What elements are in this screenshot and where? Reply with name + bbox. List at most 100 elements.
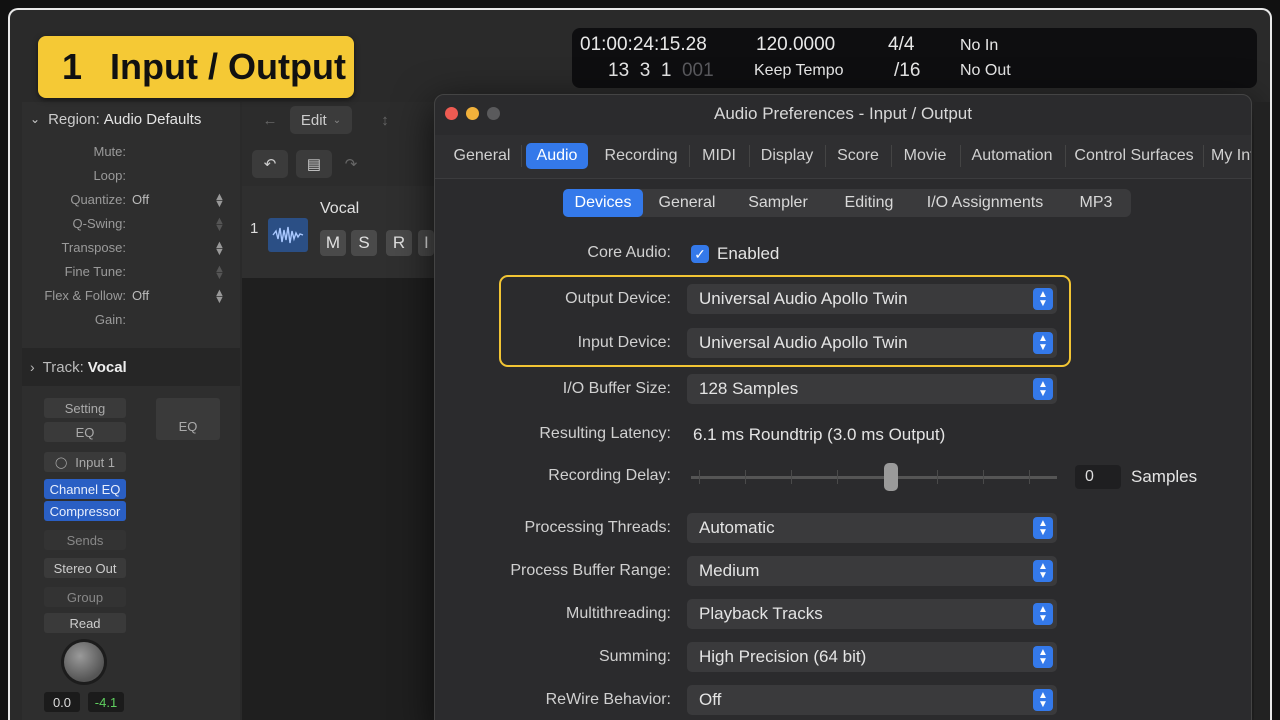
transpose-stepper-icon[interactable]: ▲ ▼ <box>214 240 225 258</box>
rewire-select[interactable]: Off ▲ ▼ <box>687 685 1057 715</box>
midi-out: No Out <box>960 62 1011 79</box>
library-icon[interactable]: ▤ <box>296 150 332 178</box>
tab-recording[interactable]: Recording <box>597 143 685 169</box>
output-device-select[interactable]: Universal Audio Apollo Twin ▲ ▼ <box>687 284 1057 314</box>
tab-divider <box>521 145 522 167</box>
minimize-window-icon[interactable] <box>466 107 479 120</box>
bar-position: 13 3 1 001 <box>608 60 714 81</box>
audio-preferences-window: Audio Preferences - Input / Output Gener… <box>434 94 1252 720</box>
flex-value[interactable]: Off <box>132 288 149 303</box>
recording-delay-slider-thumb[interactable] <box>884 463 898 491</box>
slider-tick <box>837 470 838 484</box>
group-button[interactable]: Group <box>44 587 126 607</box>
link-icon: ◯ <box>54 456 68 469</box>
finetune-stepper-icon[interactable]: ▲ ▼ <box>214 264 225 282</box>
subtab-devices[interactable]: Devices <box>563 189 643 217</box>
region-name: Audio Defaults <box>103 110 202 128</box>
zoom-window-icon[interactable] <box>487 107 500 120</box>
buffer-range-value: Medium <box>699 561 760 580</box>
record-enable-button[interactable]: R <box>386 230 412 256</box>
undo-icon[interactable]: ↶ <box>252 150 288 178</box>
buffer-size-select[interactable]: 128 Samples ▲ ▼ <box>687 374 1057 404</box>
slider-tick <box>791 470 792 484</box>
mute-button[interactable]: M <box>320 230 346 256</box>
back-arrow-icon[interactable]: ← <box>252 106 288 134</box>
eq-thumbnail[interactable]: EQ <box>156 398 220 440</box>
slider-tick <box>699 470 700 484</box>
core-audio-value: Enabled <box>717 244 780 263</box>
qswing-stepper-icon[interactable]: ▲ ▼ <box>214 216 225 234</box>
quantize-stepper-icon[interactable]: ▲ ▼ <box>214 192 225 210</box>
updown-chevron-icon: ▲ ▼ <box>1033 517 1053 539</box>
close-window-icon[interactable] <box>445 107 458 120</box>
slider-tick <box>983 470 984 484</box>
tempo-mode: Keep Tempo <box>754 62 844 79</box>
track-name-label[interactable]: Vocal <box>320 200 359 218</box>
solo-button[interactable]: S <box>351 230 377 256</box>
subtab-io-assignments[interactable]: I/O Assignments <box>915 189 1055 217</box>
audio-subtabs: Devices General Sampler Editing I/O Assi… <box>563 189 1131 217</box>
rewire-value: Off <box>699 690 722 709</box>
tracks-area: ← Edit ⌄ ↕ ↶ ▤ ↷ 1 Vocal M S R I <box>242 102 442 720</box>
slider-tick <box>745 470 746 484</box>
chevron-right-icon: › <box>30 359 35 375</box>
pointer-tool-icon[interactable]: ↕ <box>370 106 400 134</box>
subtab-mp3[interactable]: MP3 <box>1061 189 1131 217</box>
region-header[interactable]: ⌄ Region: Audio Defaults <box>22 102 240 136</box>
latency-value: 6.1 ms Roundtrip (3.0 ms Output) <box>693 425 946 444</box>
summing-select[interactable]: High Precision (64 bit) ▲ ▼ <box>687 642 1057 672</box>
input-monitor-button[interactable]: I <box>418 230 434 256</box>
subtab-editing[interactable]: Editing <box>829 189 909 217</box>
quantize-value[interactable]: Off <box>132 192 149 207</box>
tab-control-surfaces[interactable]: Control Surfaces <box>1069 143 1199 169</box>
core-audio-checkbox[interactable]: ✓ <box>691 245 709 263</box>
input-device-select[interactable]: Universal Audio Apollo Twin ▲ ▼ <box>687 328 1057 358</box>
tab-score[interactable]: Score <box>829 143 887 169</box>
time-signature: 4/4 <box>888 34 915 55</box>
summing-label: Summing: <box>598 648 671 665</box>
pan-knob[interactable] <box>64 642 104 682</box>
edit-menu[interactable]: Edit ⌄ <box>290 106 352 134</box>
waveform-icon <box>268 218 308 252</box>
multithreading-select[interactable]: Playback Tracks ▲ ▼ <box>687 599 1057 629</box>
track-header[interactable]: › Track: Vocal <box>22 348 240 386</box>
tab-my-info[interactable]: My Info <box>1205 143 1251 169</box>
plugin-compressor[interactable]: Compressor <box>44 501 126 521</box>
tab-audio[interactable]: Audio <box>526 143 588 169</box>
tab-movie[interactable]: Movie <box>895 143 955 169</box>
volume-value[interactable]: -4.1 <box>88 692 124 712</box>
tab-divider <box>689 145 690 167</box>
flex-stepper-icon[interactable]: ▲ ▼ <box>214 288 225 306</box>
subtab-sampler[interactable]: Sampler <box>733 189 823 217</box>
tab-divider <box>960 145 961 167</box>
input-label: Input 1 <box>75 454 116 470</box>
region-label: Region: <box>48 110 100 128</box>
chevron-down-icon: ⌄ <box>30 112 41 126</box>
sends-slot[interactable]: Sends <box>44 530 126 550</box>
input-device-value: Universal Audio Apollo Twin <box>699 333 908 352</box>
updown-chevron-icon: ▲ ▼ <box>1033 378 1053 400</box>
recording-delay-input[interactable]: 0 <box>1075 465 1121 489</box>
updown-chevron-icon: ▲ ▼ <box>1033 332 1053 354</box>
catch-icon[interactable]: ↷ <box>338 150 364 178</box>
pan-value[interactable]: 0.0 <box>44 692 80 712</box>
automation-mode-button[interactable]: Read <box>44 613 126 633</box>
processing-threads-select[interactable]: Automatic ▲ ▼ <box>687 513 1057 543</box>
tab-midi[interactable]: MIDI <box>693 143 745 169</box>
plugin-channel-eq[interactable]: Channel EQ <box>44 479 126 499</box>
updown-chevron-icon: ▲ ▼ <box>1033 288 1053 310</box>
recording-delay-label: Recording Delay: <box>548 467 671 484</box>
eq-button[interactable]: EQ <box>44 422 126 442</box>
summing-value: High Precision (64 bit) <box>699 647 867 666</box>
tab-display[interactable]: Display <box>753 143 821 169</box>
tab-divider <box>1065 145 1066 167</box>
subtab-general[interactable]: General <box>647 189 727 217</box>
transport-display[interactable]: 01:00:24:15.28 13 3 1 001 120.0000 Keep … <box>572 28 1257 88</box>
buffer-range-select[interactable]: Medium ▲ ▼ <box>687 556 1057 586</box>
tab-general[interactable]: General <box>447 143 517 169</box>
input-button[interactable]: ◯ Input 1 <box>44 452 126 472</box>
tab-automation[interactable]: Automation <box>964 143 1060 169</box>
multithreading-value: Playback Tracks <box>699 604 823 623</box>
setting-button[interactable]: Setting <box>44 398 126 418</box>
output-button[interactable]: Stereo Out <box>44 558 126 578</box>
